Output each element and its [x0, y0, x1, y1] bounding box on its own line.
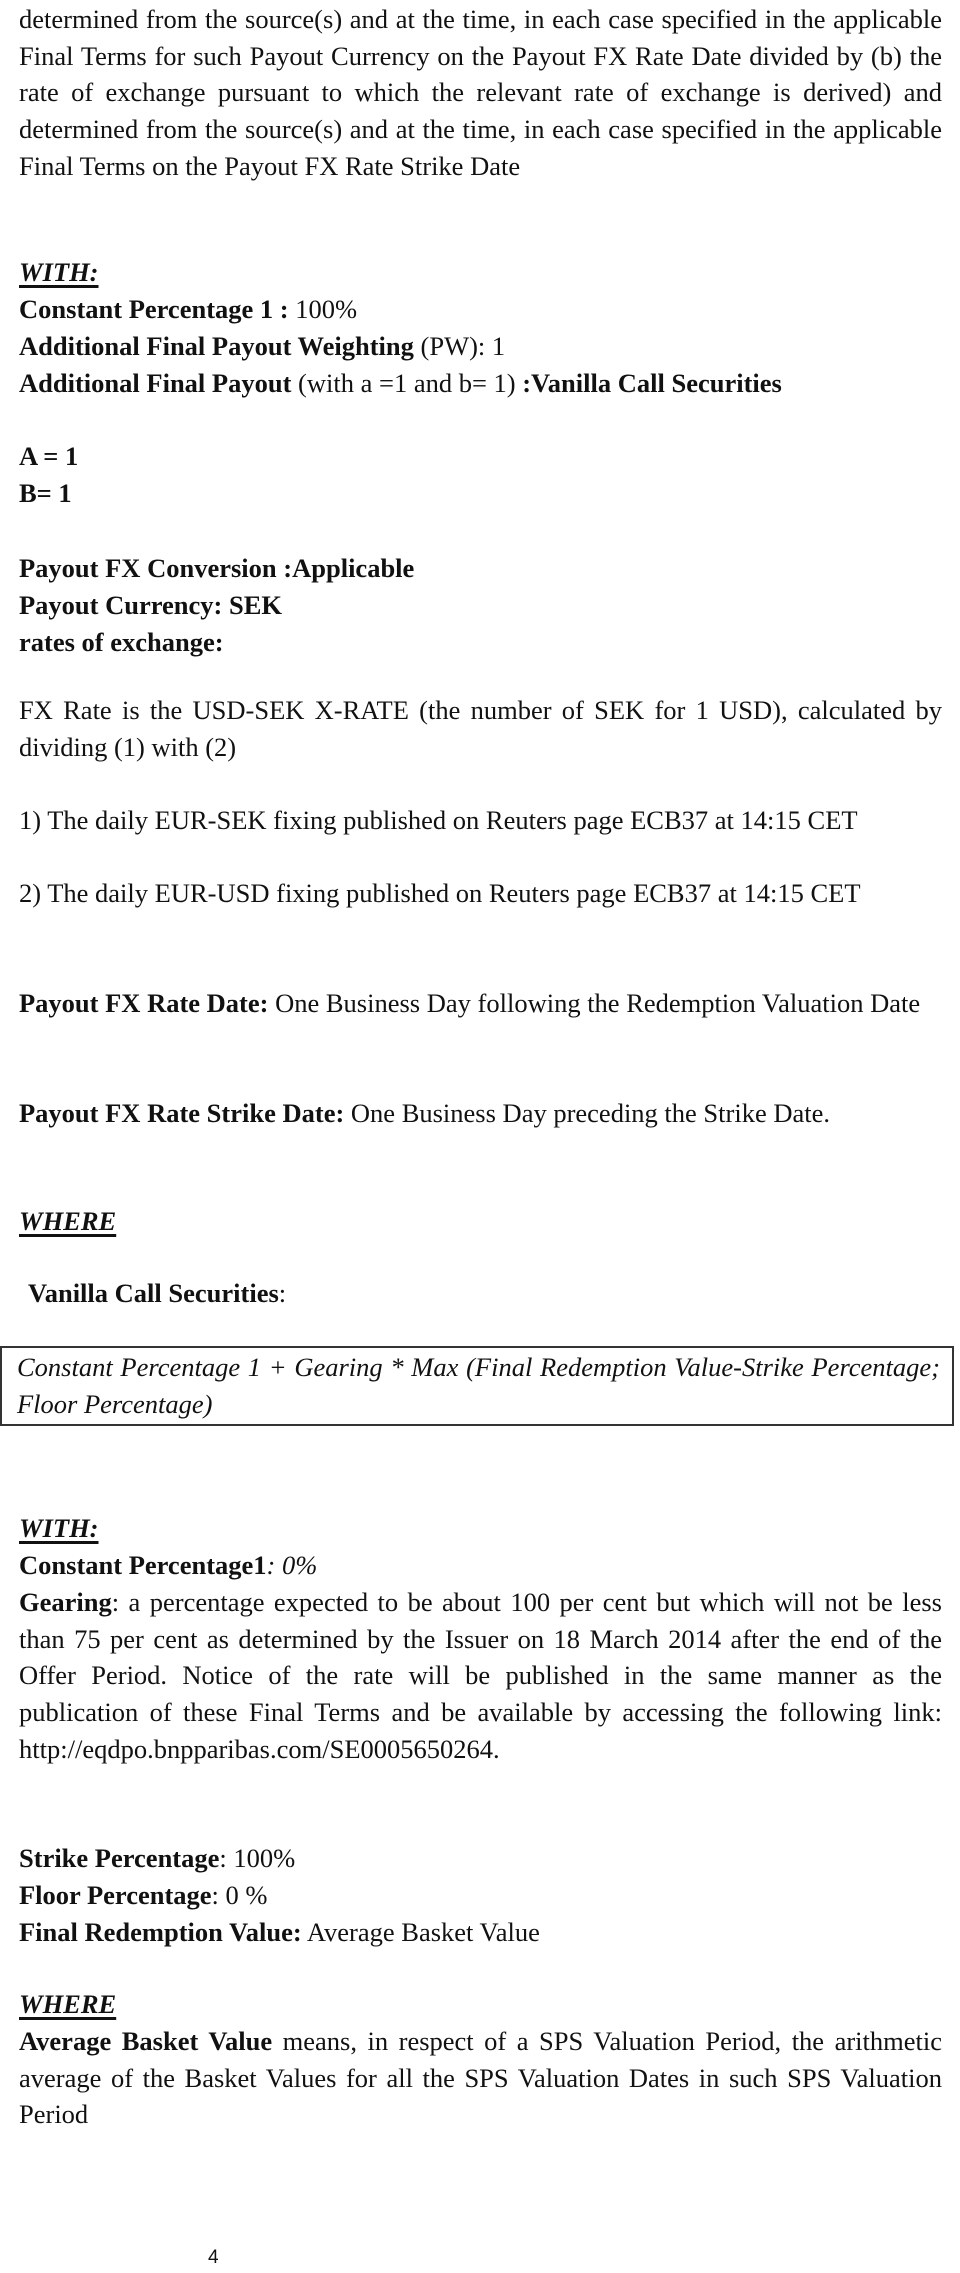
rates-of-exchange-heading: rates of exchange:: [19, 627, 224, 657]
gearing-paragraph: Gearing: a percentage expected to be abo…: [19, 1584, 942, 1768]
vanilla-call-label: Vanilla Call Securities: [28, 1278, 279, 1308]
final-redemption-value-value: Average Basket Value: [301, 1917, 540, 1947]
strike-percentage-label: Strike Percentage: [19, 1843, 220, 1873]
page-number: 4: [208, 2247, 219, 2268]
payout-fx-rate-strike-date: Payout FX Rate Strike Date: One Business…: [19, 1095, 942, 1132]
payout-weighting-value: (PW): 1: [413, 331, 506, 361]
constant-percentage1-line: Constant Percentage1: 0%: [19, 1547, 942, 1584]
with-heading-text: WITH:: [19, 257, 99, 287]
average-basket-value-label: Average Basket Value: [19, 2026, 273, 2056]
constant-percentage1-value: : 0%: [266, 1550, 318, 1580]
payout-fx-rate-strike-date-label: Payout FX Rate Strike Date:: [19, 1098, 345, 1128]
vanilla-call-colon: :: [278, 1278, 287, 1308]
strike-percentage-value: : 100%: [219, 1843, 296, 1873]
vanilla-call-heading: Vanilla Call Securities:: [28, 1275, 951, 1312]
floor-percentage-label: Floor Percentage: [19, 1880, 212, 1910]
with-heading-2: WITH:: [19, 1510, 942, 1547]
floor-percentage-line: Floor Percentage: 0 %: [19, 1877, 942, 1914]
average-basket-value-paragraph: Average Basket Value means, in respect o…: [19, 2023, 942, 2133]
payout-fx-conversion: Payout FX Conversion :Applicable: [19, 553, 415, 583]
b-value: B= 1: [19, 478, 72, 508]
payout-weighting-line: Additional Final Payout Weighting (PW): …: [19, 328, 942, 365]
payout-fx-rate-date-label: Payout FX Rate Date:: [19, 988, 269, 1018]
strike-percentage-line: Strike Percentage: 100%: [19, 1840, 942, 1877]
floor-percentage-value: : 0 %: [211, 1880, 268, 1910]
constant-percentage1-label: Constant Percentage1: [19, 1550, 267, 1580]
where-heading: WHERE: [19, 1203, 942, 1240]
additional-final-payout-params: (with a =1 and b= 1): [291, 368, 523, 398]
payout-fx-rate-date: Payout FX Rate Date: One Business Day fo…: [19, 985, 942, 1022]
final-redemption-value-label: Final Redemption Value:: [19, 1917, 302, 1947]
constant-percentage-1-value: 100%: [288, 294, 358, 324]
final-redemption-value-line: Final Redemption Value: Average Basket V…: [19, 1914, 942, 1951]
additional-final-payout-value: :Vanilla Call Securities: [522, 368, 782, 398]
with-heading: WITH:: [19, 254, 942, 291]
additional-final-payout-label: Additional Final Payout: [19, 368, 292, 398]
intro-paragraph: determined from the source(s) and at the…: [19, 4, 942, 181]
payout-weighting-label: Additional Final Payout Weighting: [19, 331, 414, 361]
where-heading-text: WHERE: [19, 1206, 117, 1236]
fx-source-2: 2) The daily EUR-USD fixing published on…: [19, 878, 861, 908]
constant-percentage-1-label: Constant Percentage 1 :: [19, 294, 289, 324]
additional-final-payout-line: Additional Final Payout (with a =1 and b…: [19, 365, 942, 402]
fx-rate-description: FX Rate is the USD-SEK X-RATE (the numbe…: [19, 695, 942, 762]
fx-source-1: 1) The daily EUR-SEK fixing published on…: [19, 805, 858, 835]
gearing-label: Gearing: [19, 1587, 112, 1617]
where-heading-2: WHERE: [19, 1986, 942, 2023]
payout-fx-rate-date-value: One Business Day following the Redemptio…: [268, 988, 921, 1018]
where-heading-2-text: WHERE: [19, 1989, 117, 2019]
with-heading-2-text: WITH:: [19, 1513, 99, 1543]
gearing-value: : a percentage expected to be about 100 …: [19, 1587, 942, 1764]
payout-fx-rate-strike-date-value: One Business Day preceding the Strike Da…: [344, 1098, 831, 1128]
a-value: A = 1: [19, 441, 79, 471]
constant-percentage-1-line: Constant Percentage 1 : 100%: [19, 291, 942, 328]
vanilla-call-formula: Constant Percentage 1 + Gearing * Max (F…: [17, 1352, 940, 1419]
payout-currency: Payout Currency: SEK: [19, 590, 283, 620]
